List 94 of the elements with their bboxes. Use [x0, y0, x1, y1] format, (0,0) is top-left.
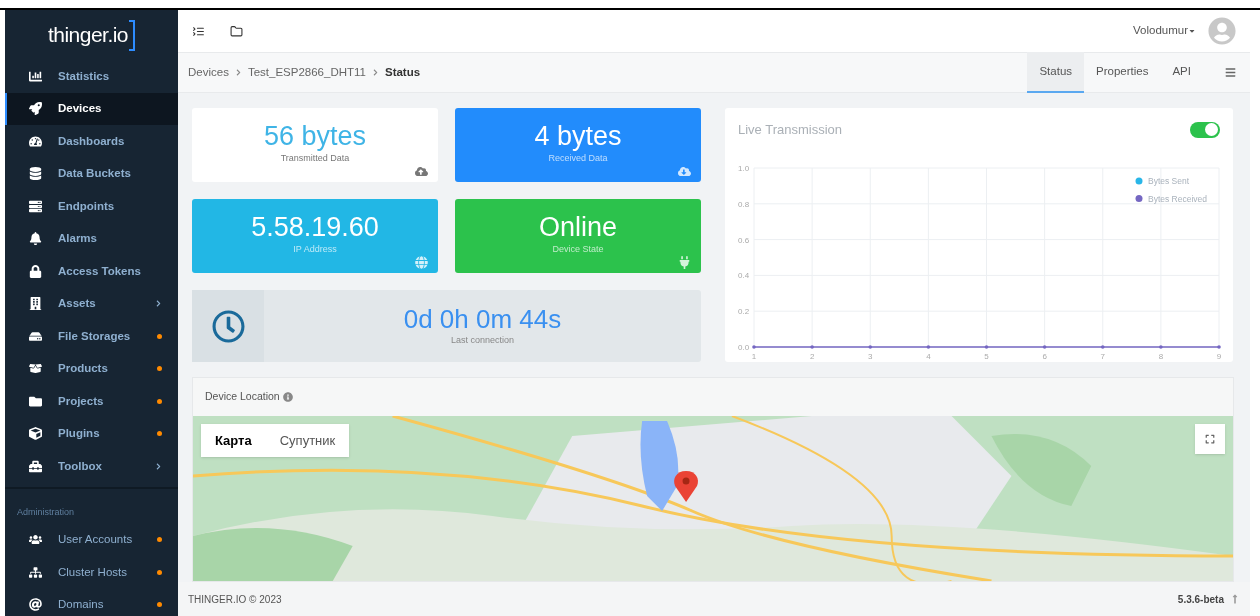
sidebar-item[interactable]: Assets — [5, 287, 178, 320]
menu-toggle-icon[interactable] — [192, 24, 205, 38]
sidebar-item[interactable]: Projects — [5, 385, 178, 418]
tab[interactable]: Properties — [1084, 52, 1161, 93]
legend-label: Bytes Sent — [1148, 175, 1190, 186]
card-title: Device Location — [205, 389, 280, 405]
folder-icon — [29, 394, 42, 408]
fullscreen-button[interactable] — [1195, 424, 1225, 454]
card-title: Live Transmission — [738, 121, 843, 139]
logo: thinger.io — [48, 23, 128, 47]
sidebar-item[interactable]: Toolbox — [5, 450, 178, 483]
bar-chart-icon — [29, 69, 42, 83]
sidebar-item[interactable]: Devices — [5, 92, 178, 125]
info-icon — [282, 392, 293, 402]
copyright: THINGER.IO © 2023 — [188, 592, 282, 607]
chevron-right-icon — [234, 69, 242, 76]
stat-value: Online — [538, 211, 617, 243]
sidebar-item[interactable]: Data Buckets — [5, 157, 178, 190]
globe-icon — [415, 256, 428, 269]
chevron-right-icon — [371, 69, 379, 76]
x-tick-label: 3 — [868, 351, 873, 361]
y-tick-label: 0.0 — [738, 342, 750, 352]
x-tick-label: 7 — [1100, 351, 1105, 361]
stat-label: Last connection — [450, 334, 514, 347]
sidebar-item[interactable]: Access Tokens — [5, 255, 178, 288]
stat-value: 56 bytes — [263, 120, 367, 152]
x-tick-label: 4 — [926, 351, 931, 361]
drive-icon — [29, 329, 42, 343]
x-tick-label: 5 — [984, 351, 989, 361]
box-icon — [29, 362, 42, 376]
chevron-right-icon — [155, 462, 162, 470]
sidebar-item[interactable]: Dashboards — [5, 125, 178, 158]
breadcrumb-item: Status — [384, 64, 421, 80]
stat-label: Received Data — [548, 152, 608, 164]
clock-icon — [211, 309, 245, 343]
menu-icon[interactable] — [1225, 67, 1236, 78]
y-tick-label: 0.2 — [738, 306, 750, 316]
stat-label: Transmitted Data — [280, 152, 350, 164]
map-type-button[interactable]: Карта — [201, 424, 266, 457]
network-icon — [29, 565, 42, 579]
sidebar-item[interactable]: Plugins — [5, 417, 178, 450]
tab[interactable]: Status — [1027, 52, 1085, 93]
map-type-button[interactable]: Супутник — [265, 424, 350, 457]
logo-frame — [129, 19, 135, 51]
users-icon — [29, 533, 42, 547]
x-tick-label: 2 — [809, 351, 815, 361]
version: 5.3.6-beta — [1177, 592, 1224, 607]
stat-label: Device State — [552, 243, 604, 255]
x-tick-label: 8 — [1158, 351, 1164, 361]
sidebar-item[interactable]: Alarms — [5, 222, 178, 255]
sidebar-item[interactable]: Products — [5, 352, 178, 385]
toggle-switch[interactable] — [1190, 121, 1220, 138]
avatar-icon[interactable] — [1208, 17, 1236, 45]
chevron-right-icon — [155, 300, 162, 308]
sidebar-item[interactable]: Statistics — [5, 60, 178, 93]
building-icon — [29, 297, 42, 311]
breadcrumb-item[interactable]: Test_ESP2866_DHT11 — [247, 63, 366, 82]
fullscreen-icon — [1205, 434, 1215, 444]
rocket-icon — [29, 102, 42, 116]
lock-icon — [29, 264, 42, 278]
gauge-icon — [29, 134, 42, 148]
stat-value: 5.58.19.60 — [251, 211, 379, 243]
stat-value: 4 bytes — [534, 120, 622, 152]
database-icon — [29, 167, 42, 181]
y-tick-label: 0.8 — [738, 199, 750, 209]
breadcrumb-item[interactable]: Devices — [188, 63, 229, 82]
y-tick-label: 1.0 — [738, 163, 750, 173]
sidebar-item[interactable]: User Accounts — [5, 523, 178, 556]
scroll-top-icon[interactable] — [1230, 594, 1240, 604]
y-tick-label: 0.4 — [738, 270, 750, 280]
sidebar-item[interactable]: Domains — [5, 588, 178, 616]
stat-label: IP Address — [293, 243, 337, 255]
cloud-upload-icon — [415, 165, 428, 178]
user-menu[interactable]: Volodumur — [1133, 22, 1196, 40]
cloud-download-icon — [678, 165, 691, 178]
x-tick-label: 1 — [751, 351, 757, 361]
sidebar-item[interactable]: File Storages — [5, 320, 178, 353]
section-heading: Administration — [17, 506, 75, 517]
caret-icon — [1188, 27, 1196, 35]
tab[interactable]: API — [1160, 52, 1203, 93]
sidebar-item[interactable]: Endpoints — [5, 190, 178, 223]
legend-label: Bytes Received — [1148, 193, 1208, 203]
y-tick-label: 0.6 — [738, 235, 750, 245]
sidebar-item[interactable]: Cluster Hosts — [5, 556, 178, 589]
x-tick-label: 6 — [1042, 351, 1047, 361]
bell-icon — [29, 232, 42, 246]
cube-icon — [29, 427, 42, 441]
server-icon — [29, 199, 42, 213]
x-tick-label: 9 — [1216, 351, 1222, 361]
folder-icon[interactable] — [230, 24, 243, 38]
toolbox-icon — [29, 459, 42, 473]
plug-icon — [678, 256, 691, 269]
stat-value: 0d 0h 0m 44s — [403, 304, 562, 334]
at-sign-icon — [29, 598, 42, 612]
